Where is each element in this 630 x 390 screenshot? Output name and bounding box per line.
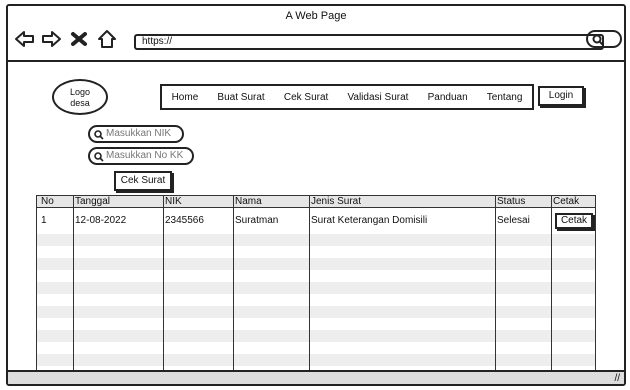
logo: Logo desa [52,79,108,115]
nik-input[interactable]: Masukkan NIK [88,125,184,143]
cek-surat-button[interactable]: Cek Surat [114,171,172,191]
column-divider [163,196,164,372]
nav-item-panduan[interactable]: Panduan [428,92,468,103]
header-jenis-surat: Jenis Surat [311,196,362,207]
cell-tanggal: 12-08-2022 [75,215,127,226]
browser-titlebar: A Web Page https:// [8,6,624,62]
status-bar: // [8,370,624,384]
header-nik: NIK [165,196,182,207]
home-icon[interactable] [96,28,118,50]
window-title: A Web Page [285,10,347,22]
cell-no: 1 [41,215,47,226]
nav-menu: Home Buat Surat Cek Surat Validasi Surat… [160,84,534,110]
table-row-stripe [37,234,595,246]
table-row-stripe [37,258,595,270]
logo-text-line1: Logo [69,87,91,97]
resize-grip-icon[interactable]: // [614,373,620,384]
browser-search-button[interactable] [586,30,622,48]
column-divider [233,196,234,372]
results-table: No Tanggal NIK Nama Jenis Surat Status C… [36,195,596,373]
nik-placeholder: Masukkan NIK [106,128,172,139]
cell-nama: Suratman [235,215,279,226]
column-divider [495,196,496,372]
table-row-stripe [37,330,595,342]
column-divider [309,196,310,372]
header-no: No [41,196,54,207]
column-divider [73,196,74,372]
nav-item-home[interactable]: Home [172,92,199,103]
nav-item-tentang[interactable]: Tentang [487,92,523,103]
login-button[interactable]: Login [538,86,584,106]
column-divider [551,196,552,372]
nav-item-buat-surat[interactable]: Buat Surat [217,92,264,103]
table-row-stripe [37,354,595,366]
nav-item-cek-surat[interactable]: Cek Surat [284,92,328,103]
cell-status: Selesai [497,215,530,226]
forward-arrow-icon[interactable] [40,28,62,50]
table-row-stripe [37,282,595,294]
logo-text-line2: desa [70,98,90,108]
search-icon [94,152,104,162]
header-tanggal: Tanggal [75,196,111,207]
browser-window: A Web Page https:// Logo desa Home Buat … [6,4,626,386]
url-bar[interactable]: https:// [134,34,604,50]
header-nama: Nama [235,196,262,207]
search-icon [94,130,104,140]
cetak-button[interactable]: Cetak [555,213,593,229]
kk-placeholder: Masukkan No KK [106,150,184,161]
search-icon [592,34,604,46]
header-status: Status [497,196,526,207]
kk-input[interactable]: Masukkan No KK [88,147,194,165]
table-row-stripe [37,306,595,318]
cell-nik: 2345566 [165,215,204,226]
header-cetak: Cetak [553,196,580,207]
cell-jenis-surat: Surat Keterangan Domisili [311,215,428,226]
back-arrow-icon[interactable] [14,28,36,50]
nav-item-validasi-surat[interactable]: Validasi Surat [347,92,408,103]
stop-close-icon[interactable] [68,28,90,50]
